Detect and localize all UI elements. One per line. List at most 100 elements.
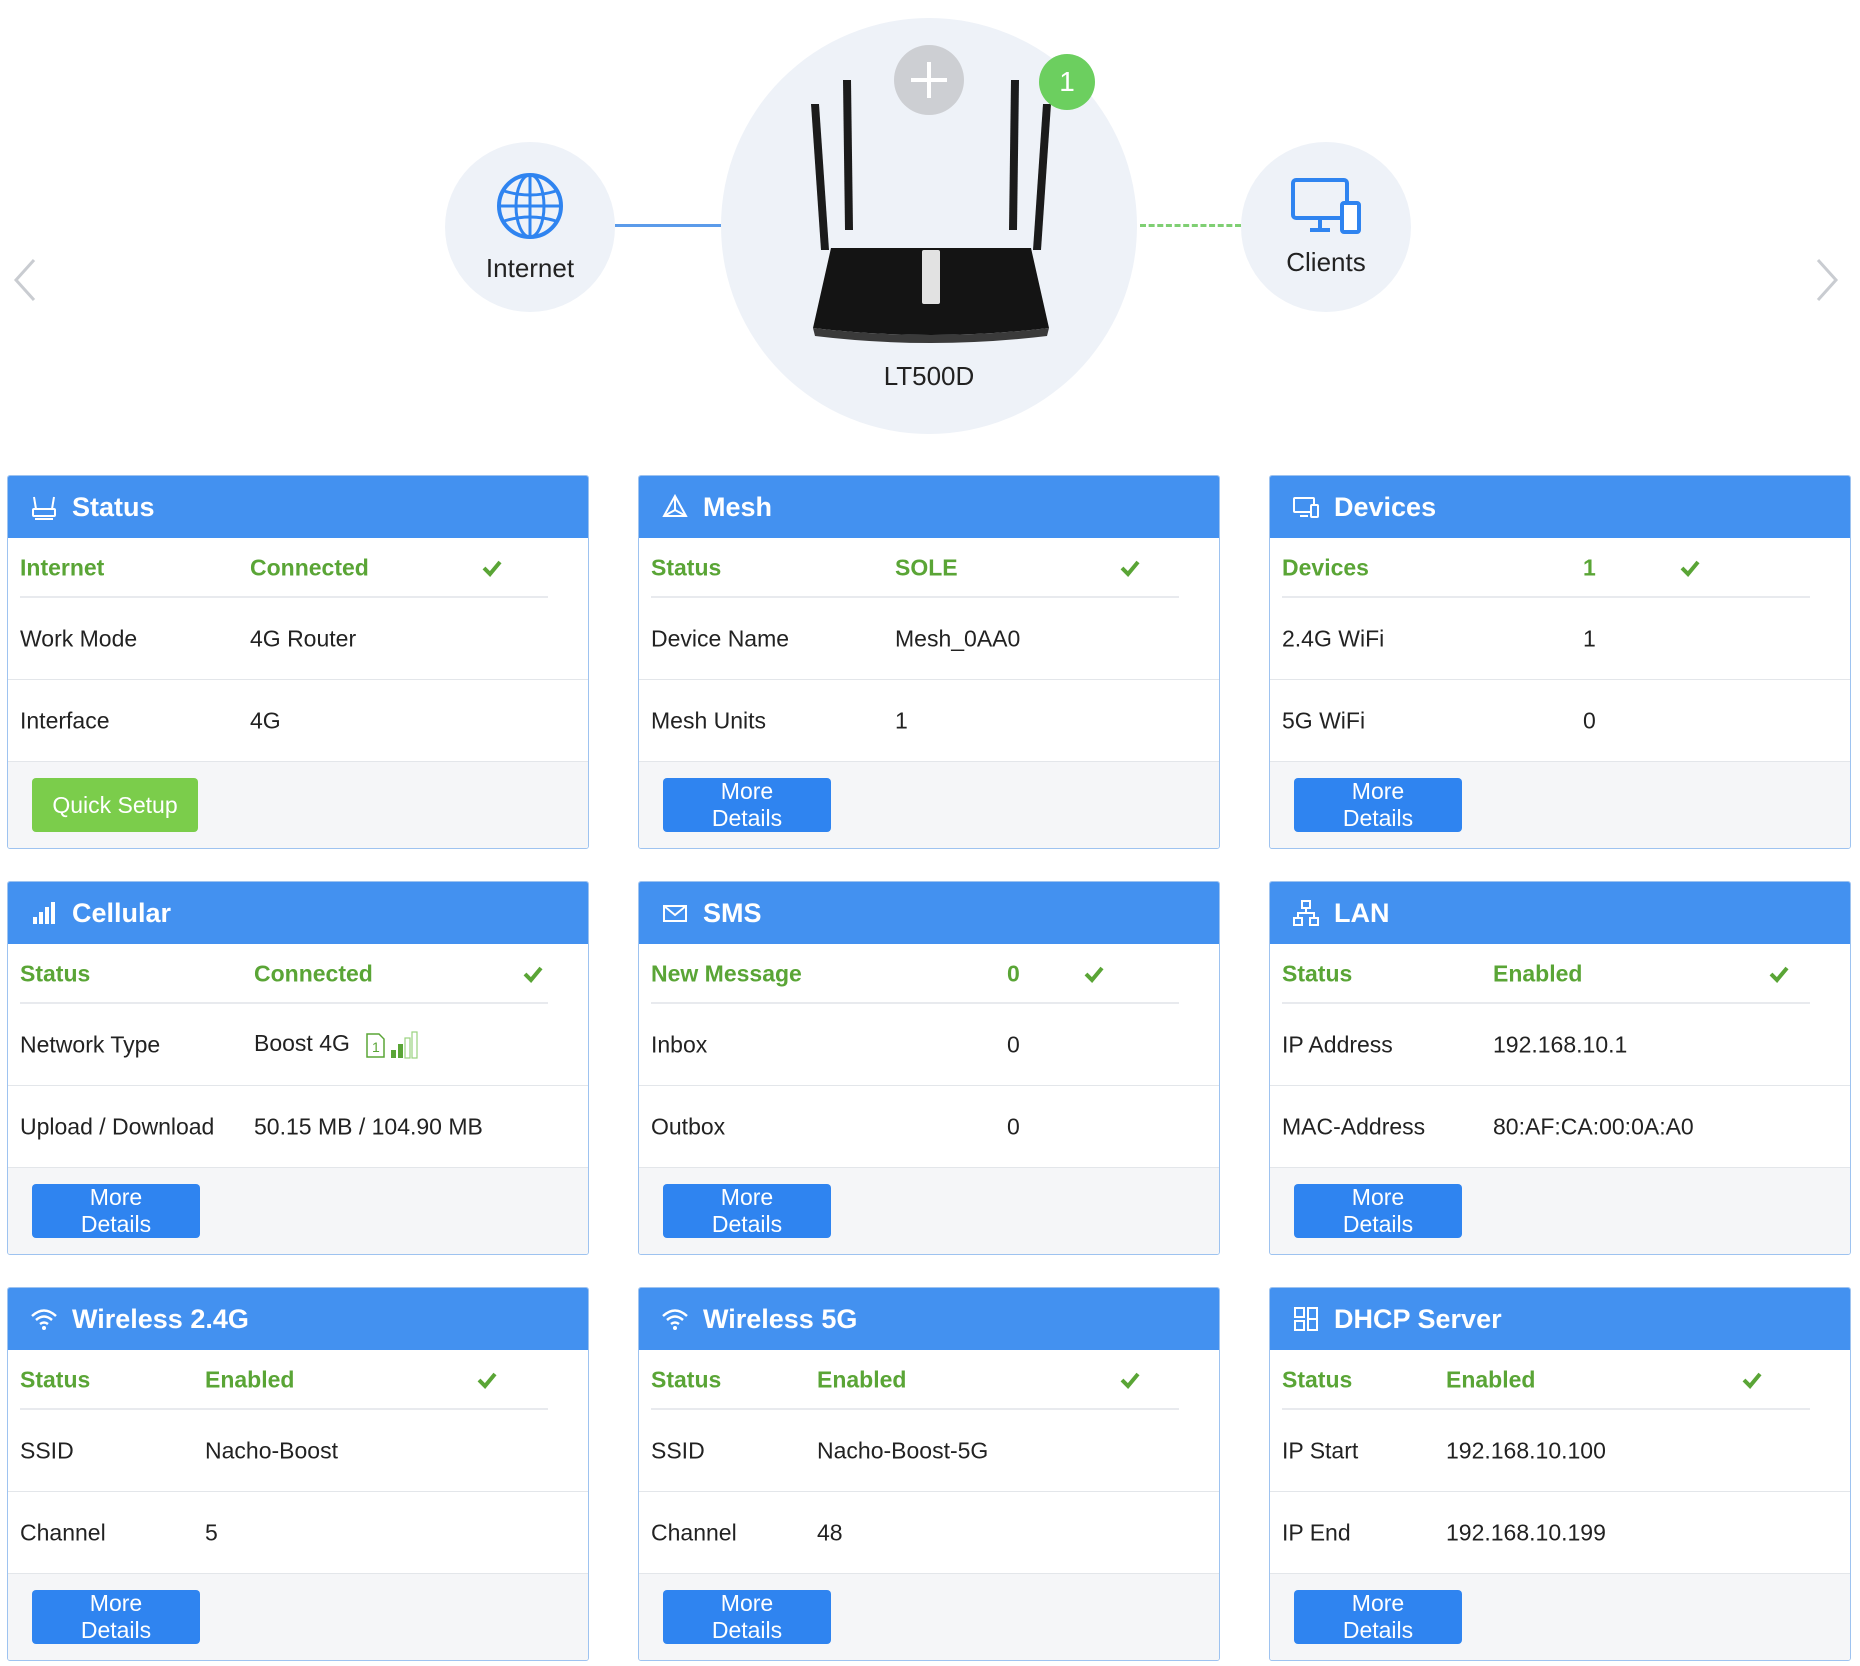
cellular-more-details-button[interactable]: More Details bbox=[32, 1184, 200, 1238]
quick-setup-button[interactable]: Quick Setup bbox=[32, 778, 198, 832]
row-value: 48 bbox=[817, 1519, 843, 1545]
row-value: Nacho-Boost-5G bbox=[817, 1437, 989, 1463]
internet-label: Internet bbox=[485, 252, 575, 283]
summary-key: Status bbox=[20, 960, 91, 987]
wireless-24g-more-details-button[interactable]: More Details bbox=[32, 1590, 200, 1644]
table-row: Inbox 0 bbox=[639, 1004, 1219, 1086]
wireless-5g-card-title: Wireless 5G bbox=[703, 1303, 858, 1334]
table-row: Channel 48 bbox=[639, 1492, 1219, 1574]
lan-more-details-button[interactable]: More Details bbox=[1294, 1184, 1462, 1238]
previous-arrow-icon[interactable] bbox=[6, 250, 46, 310]
summary-key: Status bbox=[651, 1366, 722, 1393]
table-row: Outbox 0 bbox=[639, 1086, 1219, 1168]
card-footer: More Details bbox=[8, 1574, 588, 1660]
wireless-24g-card-header: Wireless 2.4G bbox=[8, 1288, 588, 1350]
sim-signal-icon: 1 bbox=[366, 1030, 418, 1059]
dhcp-summary-row: Status Enabled bbox=[1270, 1350, 1850, 1410]
wireless-24g-summary-row: Status Enabled bbox=[8, 1350, 588, 1410]
row-value: 1 bbox=[1583, 625, 1596, 651]
row-value: 192.168.10.199 bbox=[1446, 1519, 1606, 1545]
row-key: 5G WiFi bbox=[1282, 707, 1366, 733]
table-row: 2.4G WiFi 1 bbox=[1270, 598, 1850, 680]
status-card-title: Status bbox=[72, 491, 155, 522]
card-footer: More Details bbox=[1270, 1574, 1850, 1660]
summary-value: Enabled bbox=[817, 1366, 907, 1393]
check-icon bbox=[1119, 1369, 1141, 1391]
mesh-icon bbox=[661, 493, 689, 521]
row-value: 80:AF:CA:00:0A:A0 bbox=[1493, 1113, 1694, 1139]
row-value: 1 bbox=[895, 707, 908, 733]
summary-key: Internet bbox=[20, 554, 105, 581]
dhcp-more-details-button[interactable]: More Details bbox=[1294, 1590, 1462, 1644]
dhcp-server-card-header: DHCP Server bbox=[1270, 1288, 1850, 1350]
dhcp-server-card-title: DHCP Server bbox=[1334, 1303, 1502, 1334]
mesh-card-header: Mesh bbox=[639, 476, 1219, 538]
wifi-icon bbox=[30, 1305, 58, 1333]
plus-icon bbox=[911, 62, 947, 98]
row-value: 192.168.10.100 bbox=[1446, 1437, 1606, 1463]
mesh-card: Mesh Status SOLE Device Name Mesh_0AA0 M… bbox=[638, 475, 1220, 849]
internet-link-line bbox=[615, 224, 721, 227]
card-footer: Quick Setup bbox=[8, 762, 588, 848]
devices-more-details-button[interactable]: More Details bbox=[1294, 778, 1462, 832]
sms-card-title: SMS bbox=[703, 897, 762, 928]
row-key: MAC-Address bbox=[1282, 1113, 1426, 1139]
router-name: LT500D bbox=[883, 361, 975, 391]
svg-text:1: 1 bbox=[372, 1039, 380, 1055]
next-arrow-icon[interactable] bbox=[1806, 250, 1846, 310]
sms-more-details-button[interactable]: More Details bbox=[663, 1184, 831, 1238]
check-icon bbox=[476, 1369, 498, 1391]
sms-summary-row: New Message 0 bbox=[639, 944, 1219, 1004]
mesh-more-details-button[interactable]: More Details bbox=[663, 778, 831, 832]
cellular-card: Cellular Status Connected Network Type B… bbox=[7, 881, 589, 1255]
table-row: IP Start 192.168.10.100 bbox=[1270, 1410, 1850, 1492]
table-row: Channel 5 bbox=[8, 1492, 588, 1574]
add-mesh-button[interactable] bbox=[894, 45, 964, 115]
cellular-summary-row: Status Connected bbox=[8, 944, 588, 1004]
wireless-5g-more-details-button[interactable]: More Details bbox=[663, 1590, 831, 1644]
clients-node[interactable]: Clients bbox=[1241, 142, 1411, 312]
row-value: 0 bbox=[1583, 707, 1596, 733]
envelope-icon bbox=[661, 899, 689, 927]
wireless-5g-summary-row: Status Enabled bbox=[639, 1350, 1219, 1410]
table-row: Work Mode 4G Router bbox=[8, 598, 588, 680]
summary-value: Connected bbox=[250, 554, 369, 581]
internet-node[interactable]: Internet bbox=[445, 142, 615, 312]
monitor-phone-icon bbox=[1291, 177, 1361, 234]
card-footer: More Details bbox=[639, 762, 1219, 848]
card-footer: More Details bbox=[8, 1168, 588, 1254]
summary-value: Enabled bbox=[1446, 1366, 1536, 1393]
row-value: 0 bbox=[1007, 1031, 1020, 1057]
lan-card-title: LAN bbox=[1334, 897, 1390, 928]
globe-icon bbox=[497, 172, 563, 239]
dhcp-server-card: DHCP Server Status Enabled IP Start 192.… bbox=[1269, 1287, 1851, 1661]
wireless-24g-card: Wireless 2.4G Status Enabled SSID Nacho-… bbox=[7, 1287, 589, 1661]
lan-card-header: LAN bbox=[1270, 882, 1850, 944]
table-row: Upload / Download 50.15 MB / 104.90 MB bbox=[8, 1086, 588, 1168]
table-row: IP End 192.168.10.199 bbox=[1270, 1492, 1850, 1574]
row-key: IP Address bbox=[1282, 1031, 1393, 1057]
row-key: IP Start bbox=[1282, 1437, 1359, 1463]
row-key: Inbox bbox=[651, 1031, 708, 1057]
devices-summary-row: Devices 1 bbox=[1270, 538, 1850, 598]
status-card-header: Status bbox=[8, 476, 588, 538]
sms-card: SMS New Message 0 Inbox 0 Outbox 0 More … bbox=[638, 881, 1220, 1255]
row-key: 2.4G WiFi bbox=[1282, 625, 1385, 651]
summary-value: Connected bbox=[254, 960, 373, 987]
summary-key: New Message bbox=[651, 960, 802, 987]
check-icon bbox=[481, 557, 503, 579]
row-key: Mesh Units bbox=[651, 707, 767, 733]
check-icon bbox=[1119, 557, 1141, 579]
summary-value: SOLE bbox=[895, 554, 958, 581]
row-key: Outbox bbox=[651, 1113, 726, 1139]
table-row: 5G WiFi 0 bbox=[1270, 680, 1850, 762]
row-key: Device Name bbox=[651, 625, 790, 651]
row-key: Network Type bbox=[20, 1031, 161, 1057]
row-value: Nacho-Boost bbox=[205, 1437, 338, 1463]
router-node[interactable]: 1 LT500D bbox=[721, 18, 1137, 434]
devices-card-title: Devices bbox=[1334, 491, 1437, 522]
summary-value: Enabled bbox=[205, 1366, 295, 1393]
row-value: 50.15 MB / 104.90 MB bbox=[254, 1113, 483, 1139]
table-row: MAC-Address 80:AF:CA:00:0A:A0 bbox=[1270, 1086, 1850, 1168]
lan-summary-row: Status Enabled bbox=[1270, 944, 1850, 1004]
